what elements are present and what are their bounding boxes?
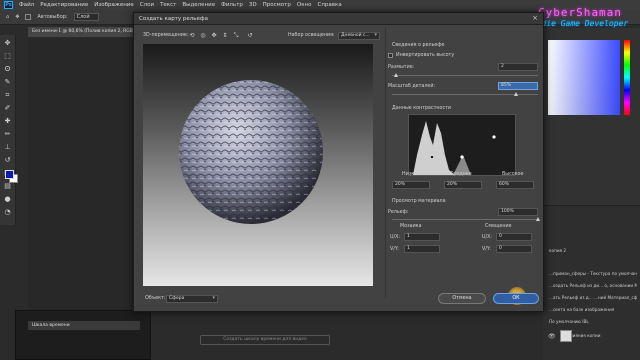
blur-input[interactable]: 2	[498, 63, 538, 71]
cancel-button[interactable]: Отмена	[438, 293, 486, 304]
contrast-mid-input[interactable]: 20%	[444, 181, 482, 189]
layer-row[interactable]: копия 2	[545, 245, 637, 257]
relief-section-title: Сведения о рельефе	[392, 43, 445, 48]
roll-3d-icon[interactable]: ◎	[199, 32, 207, 40]
menu-window[interactable]: Окно	[297, 2, 312, 8]
layer-row[interactable]: ...приман_сферы - Текстура по умолчанию	[545, 268, 637, 280]
invert-height-label: Инвертировать высоту	[396, 53, 455, 58]
contrast-high-label: Высокое	[502, 172, 524, 177]
mosaic-u-label: U/X:	[390, 235, 401, 240]
color-picker-field[interactable]	[548, 40, 620, 115]
3d-move-label: 3D-перемещение:	[143, 33, 189, 38]
slide-3d-icon[interactable]: ⇕	[221, 32, 229, 40]
autoselect-label: Автовыбор:	[37, 14, 68, 20]
light-set-select[interactable]: Дневной с...	[338, 32, 380, 40]
sphere-preview	[179, 80, 323, 224]
healing-tool-icon[interactable]: ✚	[3, 116, 13, 126]
close-icon[interactable]: ×	[532, 14, 538, 22]
crop-tool-icon[interactable]: ⌗	[3, 90, 13, 100]
quick-select-tool-icon[interactable]: ✎	[3, 77, 13, 87]
menu-help[interactable]: Справка	[317, 2, 341, 8]
menu-layers[interactable]: Слои	[140, 2, 154, 8]
reset-view-icon[interactable]: ↺	[246, 32, 254, 40]
create-video-timeline-button[interactable]: Создать шкалу времени для видео	[200, 335, 330, 345]
menu-type[interactable]: Текст	[160, 2, 176, 8]
photoshop-logo: Ps	[4, 1, 13, 9]
contrast-high-input[interactable]: 60%	[496, 181, 534, 189]
home-icon[interactable]: ⌂	[6, 14, 9, 20]
offset-label: Смещение	[485, 224, 512, 229]
object-select[interactable]: Сфера	[166, 295, 218, 303]
mosaic-v-label: V/Y:	[390, 247, 399, 252]
layer-row[interactable]: Слияния копии	[545, 330, 637, 342]
detail-slider-thumb[interactable]	[514, 92, 519, 96]
object-label: Объект:	[145, 296, 166, 301]
history-brush-icon[interactable]: ↺	[3, 155, 13, 165]
layer-row[interactable]: ...оздать Рельеф из ди... о, основании M…	[545, 280, 637, 292]
stamp-tool-icon[interactable]: ⊥	[3, 142, 13, 152]
layer-row[interactable]: ...ать Рельеф из д... ...ний Материал_сф…	[545, 292, 637, 304]
blur-slider-thumb[interactable]	[394, 73, 399, 77]
mosaic-u-input[interactable]: 1	[404, 233, 440, 241]
layer-row[interactable]: По умолчанию IBL	[545, 316, 637, 328]
detail-scale-label: Масштаб деталей:	[388, 84, 436, 89]
relief-slider-thumb[interactable]	[536, 217, 540, 221]
eyedropper-tool-icon[interactable]: ✐	[3, 103, 13, 113]
toolbox: ✥ ⬚ ʘ ✎ ⌗ ✐ ✚ ✏ ⊥ ↺ ◫ ▤ ● ◔	[0, 35, 16, 225]
offset-u-label: U/X:	[482, 235, 493, 240]
material-section-title: Просмотр материала	[392, 199, 446, 204]
mosaic-v-input[interactable]: 1	[404, 245, 440, 253]
brush-tool-icon[interactable]: ✏	[3, 129, 13, 139]
move-tool-icon[interactable]: ✥	[15, 14, 19, 20]
canvas-area[interactable]	[28, 38, 145, 320]
preview-viewport[interactable]	[143, 44, 373, 286]
autoselect-checkbox[interactable]	[25, 14, 32, 20]
drag-3d-icon[interactable]: ✥	[210, 32, 218, 40]
contrast-section-title: Данные контрастности	[392, 106, 452, 111]
foreground-color-swatch[interactable]	[5, 170, 14, 179]
timeline-tab[interactable]: Шкала времени	[28, 321, 140, 330]
rotate-3d-icon[interactable]: ⟲	[188, 32, 196, 40]
menu-view[interactable]: Просмотр	[263, 2, 291, 8]
dialog-title: Создать карту рельефа	[134, 13, 543, 25]
blur-label: Размытие:	[388, 65, 415, 70]
offset-u-input[interactable]: 0	[496, 233, 532, 241]
histogram-graph	[413, 121, 496, 175]
eye-icon[interactable]: 👁	[548, 333, 556, 340]
contrast-mid-label: Среднее	[450, 172, 472, 177]
layer-thumbnail	[560, 330, 572, 342]
detail-scale-input[interactable]: 85%	[498, 82, 538, 90]
ok-button[interactable]: ОК	[493, 293, 539, 304]
offset-v-input[interactable]: 0	[496, 245, 532, 253]
contrast-low-label: Низкое	[402, 172, 421, 177]
marquee-tool-icon[interactable]: ⬚	[3, 51, 13, 61]
menu-3d[interactable]: 3D	[249, 2, 257, 8]
menu-image[interactable]: Изображение	[94, 2, 134, 8]
menu-file[interactable]: Файл	[19, 2, 34, 8]
invert-height-checkbox[interactable]	[388, 53, 393, 58]
relief-input[interactable]: 100%	[498, 208, 538, 216]
document-tab[interactable]: Без имени-1 @ 60,6% (Полив копия 2, RGB/…	[28, 27, 140, 37]
lasso-tool-icon[interactable]: ʘ	[3, 64, 13, 74]
menu-edit[interactable]: Редактирование	[40, 2, 88, 8]
light-set-label: Набор освещения:	[288, 33, 335, 38]
mosaic-label: Мозаика	[400, 224, 422, 229]
relief-slider-track[interactable]	[392, 219, 538, 220]
menu-filter[interactable]: Фильтр	[221, 2, 243, 8]
scale-3d-icon[interactable]: ⤡	[232, 32, 240, 40]
relief-label: Рельеф:	[388, 210, 409, 215]
blur-slider-track[interactable]	[392, 75, 538, 76]
pane-separator	[385, 28, 386, 298]
dodge-tool-icon[interactable]: ◔	[3, 207, 13, 217]
layer-row[interactable]: ...света на базе изображения	[545, 304, 637, 316]
autoselect-target-select[interactable]: Слой	[73, 13, 99, 21]
hue-slider[interactable]	[624, 40, 630, 115]
menu-select[interactable]: Выделение	[182, 2, 215, 8]
timeline-panel	[15, 310, 151, 360]
blur-tool-icon[interactable]: ●	[3, 194, 13, 204]
contrast-histogram[interactable]	[408, 114, 516, 176]
offset-v-label: V/Y:	[482, 247, 491, 252]
move-tool-icon[interactable]: ✥	[3, 38, 13, 48]
contrast-low-input[interactable]: 20%	[392, 181, 430, 189]
